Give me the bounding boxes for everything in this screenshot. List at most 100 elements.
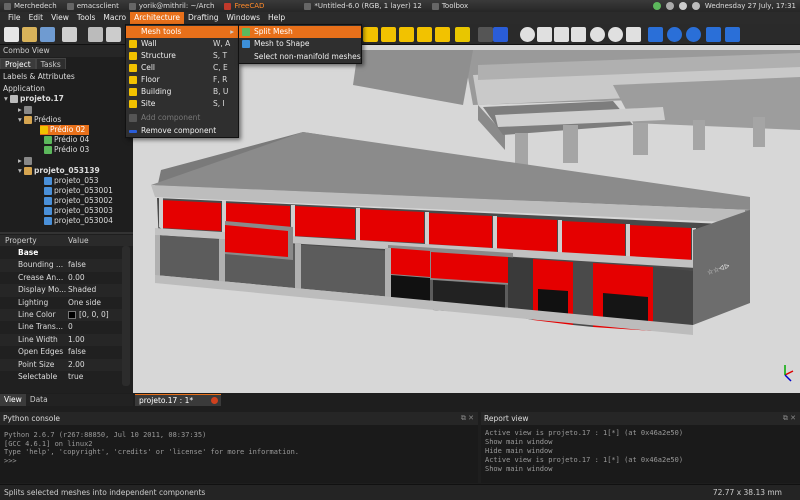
tree-item-projeto-053004[interactable]: projeto_053004 xyxy=(44,216,113,226)
draft-polygon-icon[interactable] xyxy=(554,27,569,42)
tab-project[interactable]: Project xyxy=(0,58,36,69)
color-swatch[interactable] xyxy=(68,311,76,319)
copy-icon[interactable] xyxy=(106,27,121,42)
property-row[interactable]: Point Size 2.00 xyxy=(0,358,122,371)
tree-item-predios[interactable]: ▾ Prédios xyxy=(18,115,61,125)
menu-edit[interactable]: Edit xyxy=(25,12,48,24)
draft-arc-icon[interactable] xyxy=(590,27,605,42)
tree-item-predio-04[interactable]: Prédio 04 xyxy=(44,135,89,145)
tree-item-projeto-053[interactable]: projeto_053 xyxy=(44,176,99,186)
check-icon[interactable] xyxy=(652,2,661,10)
property-row[interactable]: Lighting One side xyxy=(0,297,122,309)
open-folder-icon[interactable] xyxy=(22,27,37,42)
menu-item-site[interactable]: Site S, I xyxy=(126,98,238,110)
menu-view[interactable]: View xyxy=(47,12,73,24)
menu-item-remove-component[interactable]: Remove component xyxy=(126,125,238,137)
panel-float-close-icons[interactable]: ⧉ ✕ xyxy=(461,412,474,425)
menu-item-floor[interactable]: Floor F, R xyxy=(126,74,238,86)
draft-rotate-icon[interactable] xyxy=(667,27,682,42)
group-icon xyxy=(24,157,32,165)
draft-offset-icon[interactable] xyxy=(686,27,701,42)
property-group-base[interactable]: Base xyxy=(0,247,122,259)
property-row[interactable]: Display Mo... Shaded xyxy=(0,284,122,297)
chat-icon[interactable] xyxy=(691,2,700,10)
console-prompt[interactable]: >>> xyxy=(4,457,474,466)
property-row[interactable]: Bounding ... false xyxy=(0,259,122,272)
draft-wire-icon[interactable] xyxy=(537,27,552,42)
property-row[interactable]: Open Edges false xyxy=(0,346,122,358)
task-toolbox[interactable]: Toolbox xyxy=(431,2,468,10)
arch-tool-icon[interactable] xyxy=(455,27,470,42)
tab-data[interactable]: Data xyxy=(26,394,52,406)
draft-move-icon[interactable] xyxy=(648,27,663,42)
arch-tool-icon[interactable] xyxy=(381,27,396,42)
tree-item-projeto-053003[interactable]: projeto_053003 xyxy=(44,206,113,216)
tree-item-projeto-053002[interactable]: projeto_053002 xyxy=(44,196,113,206)
new-document-icon[interactable] xyxy=(4,27,19,42)
task-merchedech[interactable]: Merchedech xyxy=(4,2,57,10)
arch-tool-icon[interactable] xyxy=(435,27,450,42)
property-scrollbar[interactable] xyxy=(122,246,130,386)
panel-splitter[interactable] xyxy=(0,232,133,234)
task-emacsclient[interactable]: emacsclient xyxy=(66,2,119,10)
menu-item-structure[interactable]: Structure S, T xyxy=(126,50,238,62)
volume-icon[interactable] xyxy=(678,2,687,10)
clock[interactable]: Wednesday 27 July, 17:31 xyxy=(705,2,796,10)
tab-view[interactable]: View xyxy=(0,394,26,406)
arch-tool-icon[interactable] xyxy=(417,27,432,42)
menu-macro[interactable]: Macro xyxy=(99,12,130,24)
task-freecad[interactable]: FreeCAD xyxy=(224,2,264,10)
tab-tasks[interactable]: Tasks xyxy=(35,58,66,69)
remove-icon xyxy=(129,130,137,133)
menu-windows[interactable]: Windows xyxy=(223,12,264,24)
menu-item-cell[interactable]: Cell C, E xyxy=(126,62,238,74)
menu-architecture[interactable]: Architecture xyxy=(130,12,185,24)
tree-item-predio-02[interactable]: Prédio 02 xyxy=(40,125,90,135)
tree-item-group-2[interactable]: ▸ xyxy=(18,156,34,166)
draft-text-icon[interactable] xyxy=(626,27,641,42)
remove-component-icon[interactable] xyxy=(493,27,508,42)
python-console[interactable]: Python 2.6.7 (r267:88850, Jul 10 2011, 0… xyxy=(0,425,478,483)
draft-upgrade-icon[interactable] xyxy=(706,27,721,42)
add-component-icon[interactable] xyxy=(478,27,493,42)
menu-item-mesh-to-shape[interactable]: Mesh to Shape xyxy=(239,38,361,50)
property-row[interactable]: Line Trans... 0 xyxy=(0,321,122,333)
tree-item-projeto-053139[interactable]: ▾ projeto_053139 xyxy=(18,166,100,176)
floor-icon xyxy=(129,76,137,84)
menu-item-mesh-tools[interactable]: Mesh tools ▸ xyxy=(126,26,238,38)
tree-item-predio-03[interactable]: Prédio 03 xyxy=(44,145,89,155)
task-terminal[interactable]: yorik@mithril: ~/Arch xyxy=(128,2,214,10)
menu-item-wall[interactable]: Wall W, A xyxy=(126,38,238,50)
property-row[interactable]: Line Width 1.00 xyxy=(0,333,122,347)
property-row-line-color[interactable]: Line Color [0, 0, 0] xyxy=(0,309,122,322)
property-row[interactable]: Crease An... 0.00 xyxy=(0,272,122,284)
tree-item-projeto17[interactable]: ▾ projeto.17 xyxy=(4,94,64,104)
menu-file[interactable]: File xyxy=(4,12,25,24)
close-icon[interactable] xyxy=(211,397,218,404)
arch-tool-icon[interactable] xyxy=(363,27,378,42)
document-tab[interactable]: projeto.17 : 1* xyxy=(135,394,221,406)
cut-icon[interactable] xyxy=(88,27,103,42)
menu-item-add-component[interactable]: Add component xyxy=(126,112,238,124)
property-row[interactable]: Selectable true xyxy=(0,371,122,383)
menu-item-select-non-manifold[interactable]: Select non-manifold meshes xyxy=(239,51,361,63)
tree-item-projeto-053001[interactable]: projeto_053001 xyxy=(44,186,113,196)
console-line: [GCC 4.6.1] on linux2 xyxy=(4,439,93,448)
save-icon[interactable] xyxy=(40,27,55,42)
network-icon[interactable] xyxy=(665,2,674,10)
draft-line-icon[interactable] xyxy=(520,27,535,42)
menu-tools[interactable]: Tools xyxy=(73,12,99,24)
panel-float-close-icons[interactable]: ⧉ ✕ xyxy=(783,412,796,425)
draft-downgrade-icon[interactable] xyxy=(725,27,740,42)
draft-circle-icon[interactable] xyxy=(608,27,623,42)
group-icon xyxy=(24,106,32,114)
arch-tool-icon[interactable] xyxy=(399,27,414,42)
task-gimp[interactable]: *Untitled-6.0 (RGB, 1 layer) 12 xyxy=(304,2,422,10)
menu-drafting[interactable]: Drafting xyxy=(184,12,223,24)
menu-item-building[interactable]: Building B, U xyxy=(126,86,238,98)
draft-rectangle-icon[interactable] xyxy=(571,27,586,42)
print-icon[interactable] xyxy=(62,27,77,42)
menu-item-split-mesh[interactable]: Split Mesh xyxy=(239,26,361,38)
menu-help[interactable]: Help xyxy=(264,12,289,24)
tree-item-group[interactable]: ▸ xyxy=(18,105,34,115)
